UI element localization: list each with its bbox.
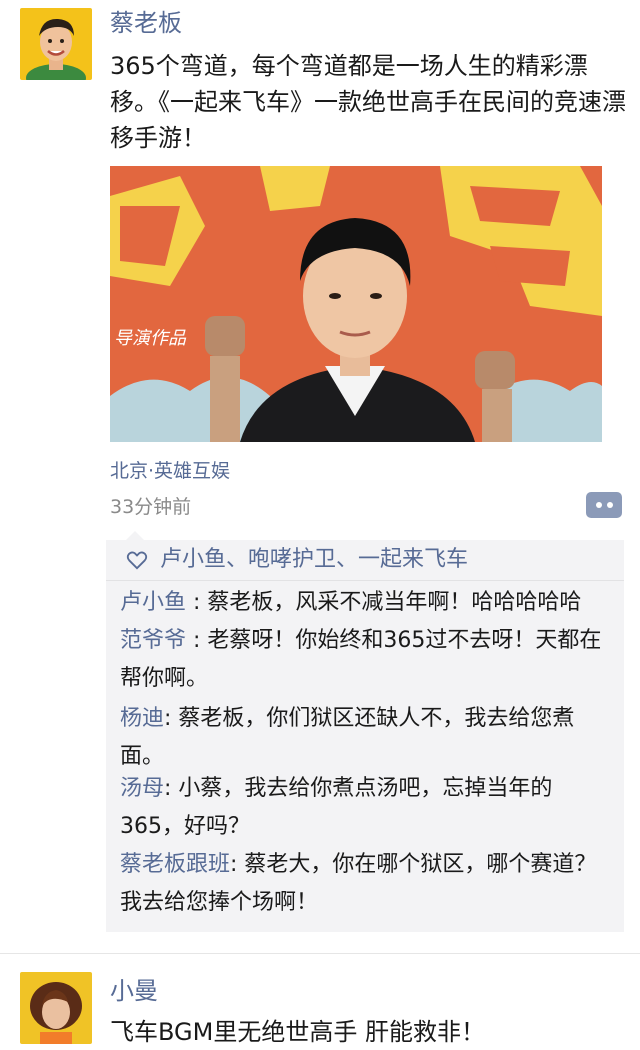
author-avatar[interactable] <box>20 972 92 1044</box>
comment-text: 蔡老板，风采不减当年啊！哈哈哈哈哈 <box>207 590 582 615</box>
comment-sep: : <box>186 590 208 615</box>
post-photo[interactable]: 导演作品 <box>110 166 602 442</box>
author-avatar[interactable] <box>20 8 92 80</box>
post-location[interactable]: 北京·英雄互娱 <box>110 458 230 484</box>
photo-caption: 导演作品 <box>114 328 186 349</box>
dot <box>606 502 613 508</box>
comment-author[interactable]: 杨迪 <box>120 706 164 731</box>
comment-author[interactable]: 蔡老板跟班 <box>120 852 230 877</box>
post-text: 飞车BGM里无绝世高手 肝能救非！ <box>110 1018 485 1046</box>
heart-outline-icon <box>126 551 148 570</box>
comments-panel: 卢小鱼、咆哮护卫、一起来飞车 卢小鱼 : 蔡老板，风采不减当年啊！哈哈哈哈哈 范… <box>106 531 624 932</box>
comment-text: 蔡老板，你们狱区还缺人不，我去给您煮面。 <box>120 706 575 769</box>
avatar-image <box>20 8 92 80</box>
moment-post: 小曼 飞车BGM里无绝世高手 肝能救非！ <box>0 954 640 1046</box>
photo-image <box>110 166 602 442</box>
dot <box>595 502 602 508</box>
comment-item[interactable]: 汤母: 小蔡，我去给你煮点汤吧，忘掉当年的365，好吗？ <box>120 770 610 846</box>
comment-author[interactable]: 卢小鱼 <box>120 590 186 615</box>
likes-row: 卢小鱼、咆哮护卫、一起来飞车 <box>106 540 624 581</box>
comment-author[interactable]: 范爷爷 <box>120 628 186 653</box>
post-time: 33分钟前 <box>110 496 192 518</box>
comment-text: 小蔡，我去给你煮点汤吧，忘掉当年的365，好吗？ <box>120 776 553 839</box>
likes-names[interactable]: 卢小鱼、咆哮护卫、一起来飞车 <box>160 544 468 576</box>
more-dots-icon[interactable] <box>586 492 622 518</box>
moment-post: 蔡老板 365个弯道，每个弯道都是一场人生的精彩漂移。《一起来飞车》一款绝世高手… <box>0 0 640 950</box>
comment-item[interactable]: 杨迪: 蔡老板，你们狱区还缺人不，我去给您煮面。 <box>120 700 610 776</box>
author-name[interactable]: 蔡老板 <box>110 8 182 38</box>
comment-sep: : <box>164 776 179 801</box>
comment-sep: : <box>230 852 245 877</box>
comment-item[interactable]: 卢小鱼 : 蔡老板，风采不减当年啊！哈哈哈哈哈 <box>120 584 610 622</box>
comment-item[interactable]: 范爷爷 : 老蔡呀！你始终和365过不去呀！天都在帮你啊。 <box>120 622 610 698</box>
comment-sep: : <box>186 628 208 653</box>
comment-sep: : <box>164 706 179 731</box>
avatar-image <box>20 972 92 1044</box>
comment-author[interactable]: 汤母 <box>120 776 164 801</box>
comment-item[interactable]: 蔡老板跟班: 蔡老大，你在哪个狱区，哪个赛道？我去给您捧个场啊！ <box>120 846 610 922</box>
post-text: 365个弯道，每个弯道都是一场人生的精彩漂移。《一起来飞车》一款绝世高手在民间的… <box>110 52 626 152</box>
author-name[interactable]: 小曼 <box>110 976 158 1006</box>
